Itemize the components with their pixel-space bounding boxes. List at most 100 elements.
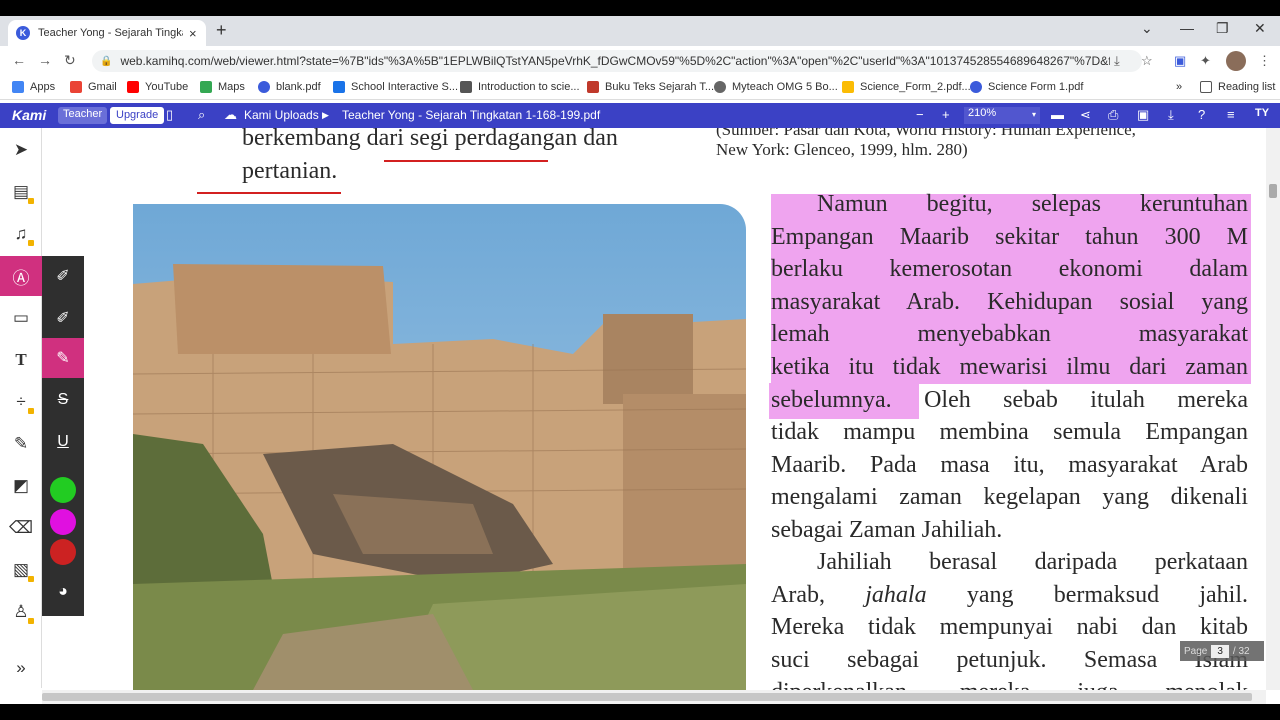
extension-cast-icon[interactable]: ▣ — [1174, 53, 1186, 69]
bookmark-youtube[interactable]: YouTube — [127, 81, 188, 93]
lock-icon — [28, 576, 34, 582]
bookmark-maps[interactable]: Maps — [200, 81, 245, 93]
shapes-tool[interactable]: ◩ — [0, 466, 42, 506]
text-line: Mereka tidak mempunyai nabi dan kitab — [771, 614, 1248, 641]
horizontal-scrollbar[interactable] — [42, 690, 1266, 704]
bookmark-star-icon[interactable]: ☆ — [1141, 53, 1153, 69]
read-aloud-tool[interactable]: ♫ — [0, 214, 42, 254]
bookmark-label: Maps — [218, 81, 245, 93]
bookmark-apps[interactable]: Apps — [12, 81, 55, 93]
expand-toolbar[interactable]: » — [0, 648, 42, 688]
address-bar[interactable]: 🔒 web.kamihq.com/web/viewer.html?state=%… — [92, 50, 1142, 72]
bookmark-gmail[interactable]: Gmail — [70, 81, 117, 93]
color-palette[interactable]: ◕ — [42, 572, 84, 612]
bookmark-introduction[interactable]: Introduction to scie... — [460, 81, 580, 93]
tab-close-icon[interactable]: × — [189, 26, 197, 41]
browser-toolbar: ← → ↻ 🔒 web.kamihq.com/web/viewer.html?s… — [0, 46, 1280, 76]
help-icon[interactable]: ? — [1198, 107, 1205, 122]
signature-tool[interactable]: ♙ — [0, 592, 42, 632]
dam-ruins-image — [133, 204, 746, 690]
zoom-select[interactable]: 210% ▾ — [964, 107, 1040, 124]
user-avatar[interactable]: TY — [1255, 107, 1269, 119]
bookmark-science-form-1[interactable]: Science Form 1.pdf — [970, 81, 1083, 93]
bookmark-blank-pdf[interactable]: blank.pdf — [258, 81, 321, 93]
select-tool[interactable]: ➤ — [0, 130, 42, 170]
sidebar-toggle-icon[interactable]: ▯ — [166, 107, 173, 123]
upgrade-button[interactable]: Upgrade — [110, 107, 165, 124]
extensions-puzzle-icon[interactable]: ✦ — [1200, 53, 1211, 69]
maps-icon — [200, 81, 212, 93]
document-viewer[interactable]: berkembang dari segi perdagangan dan per… — [42, 128, 1266, 690]
chrome-profile-avatar[interactable] — [1226, 51, 1246, 71]
markup-tool[interactable]: Ⓐ — [0, 256, 42, 296]
globe-icon — [714, 81, 726, 93]
chrome-menu-icon[interactable]: ⋮ — [1258, 53, 1271, 69]
reading-list[interactable]: Reading list — [1200, 81, 1275, 93]
forward-icon[interactable]: → — [38, 52, 52, 68]
browser-tab[interactable]: K Teacher Yong - Sejarah Tingkatan 1-168… — [8, 20, 206, 46]
install-icon[interactable]: ⤓ — [1114, 53, 1120, 69]
horizontal-scroll-thumb[interactable] — [42, 693, 1252, 701]
youtube-icon — [127, 81, 139, 93]
page-number-input[interactable]: 3 — [1211, 644, 1229, 658]
shapes-icon: ◩ — [12, 476, 30, 495]
bookmark-buku-teks[interactable]: Buku Teks Sejarah T... — [587, 81, 714, 93]
add-media-tool[interactable]: ▧ — [0, 550, 42, 590]
equation-tool[interactable]: ÷ — [0, 382, 42, 422]
color-swatch-red[interactable] — [42, 532, 84, 572]
active-highlight-option[interactable]: ✎ — [42, 338, 84, 378]
breadcrumb-folder[interactable]: Kami Uploads — [244, 108, 319, 122]
open-folder-icon[interactable]: ▬ — [1051, 107, 1064, 122]
highlight-option[interactable]: ✐ — [42, 256, 84, 296]
text-line: ketika itu tidak mewarisi ilmu dari zama… — [771, 353, 1248, 380]
teacher-badge: Teacher — [58, 107, 108, 124]
gmail-icon — [70, 81, 82, 93]
red-underline[interactable] — [197, 192, 341, 194]
book-icon — [587, 81, 599, 93]
box-highlight-option[interactable]: ✐ — [42, 298, 84, 338]
text-line: sebagai Zaman Jahiliah. — [771, 516, 1003, 543]
search-icon[interactable]: ⌕ — [198, 107, 205, 123]
eraser-tool[interactable]: ⌫ — [0, 508, 42, 548]
bookmark-myteach[interactable]: Myteach OMG 5 Bo... — [714, 81, 838, 93]
vertical-scrollbar[interactable] — [1266, 128, 1280, 690]
back-icon[interactable]: ← — [12, 52, 26, 68]
comment-tool[interactable]: ▭ — [0, 298, 42, 338]
text-line: Maarib. Pada masa itu, masyarakat Arab — [771, 451, 1248, 478]
minimize-icon[interactable]: — — [1180, 20, 1194, 36]
drawing-tool[interactable]: ✎ — [0, 424, 42, 464]
bookmark-label: blank.pdf — [276, 81, 321, 93]
more-bookmarks-icon[interactable]: » — [1176, 81, 1182, 93]
tab-search-chevron-icon[interactable]: ⌄ — [1141, 20, 1153, 37]
green-swatch — [50, 477, 76, 503]
bookmarks-bar: Apps Gmail YouTube Maps blank.pdf School… — [0, 76, 1280, 100]
bookmark-label: Apps — [30, 81, 56, 93]
reload-icon[interactable]: ↻ — [64, 52, 76, 69]
bookmark-label: Science Form 1.pdf — [988, 81, 1084, 93]
cursor-icon: ➤ — [13, 140, 29, 159]
highlighter-icon: Ⓐ — [12, 268, 30, 288]
share-icon[interactable]: ⋖ — [1080, 107, 1091, 123]
kami-header: Kami Teacher Upgrade ▯ ⌕ ☁ Kami Uploads … — [0, 103, 1280, 128]
text-tool[interactable]: T — [0, 340, 42, 380]
zoom-out-icon[interactable]: − — [916, 107, 924, 122]
edit-square-icon: ✎ — [56, 350, 70, 367]
window-close-icon[interactable]: ✕ — [1254, 20, 1266, 37]
save-icon[interactable]: ▣ — [1137, 107, 1149, 123]
screen: K Teacher Yong - Sejarah Tingkatan 1-168… — [0, 0, 1280, 720]
new-tab-icon[interactable]: + — [216, 20, 227, 41]
zoom-in-icon[interactable]: + — [942, 107, 950, 122]
maximize-icon[interactable]: ❐ — [1216, 20, 1229, 37]
red-underline[interactable] — [384, 160, 548, 162]
print-icon[interactable]: ⎙ — [1108, 107, 1118, 123]
lock-icon — [28, 408, 34, 414]
bookmark-school-interactive[interactable]: School Interactive S... — [333, 81, 458, 93]
strikethrough-option[interactable]: S — [42, 380, 84, 420]
download-icon[interactable]: ⤓ — [1168, 107, 1174, 123]
underline-option[interactable]: U — [42, 422, 84, 462]
bookmark-science-form-2[interactable]: Science_Form_2.pdf... — [842, 81, 971, 93]
page-total: / 32 — [1232, 645, 1250, 657]
menu-icon[interactable]: ≡ — [1227, 107, 1235, 122]
vertical-scroll-thumb[interactable] — [1269, 184, 1277, 198]
dictionary-tool[interactable]: ▤ — [0, 172, 42, 212]
